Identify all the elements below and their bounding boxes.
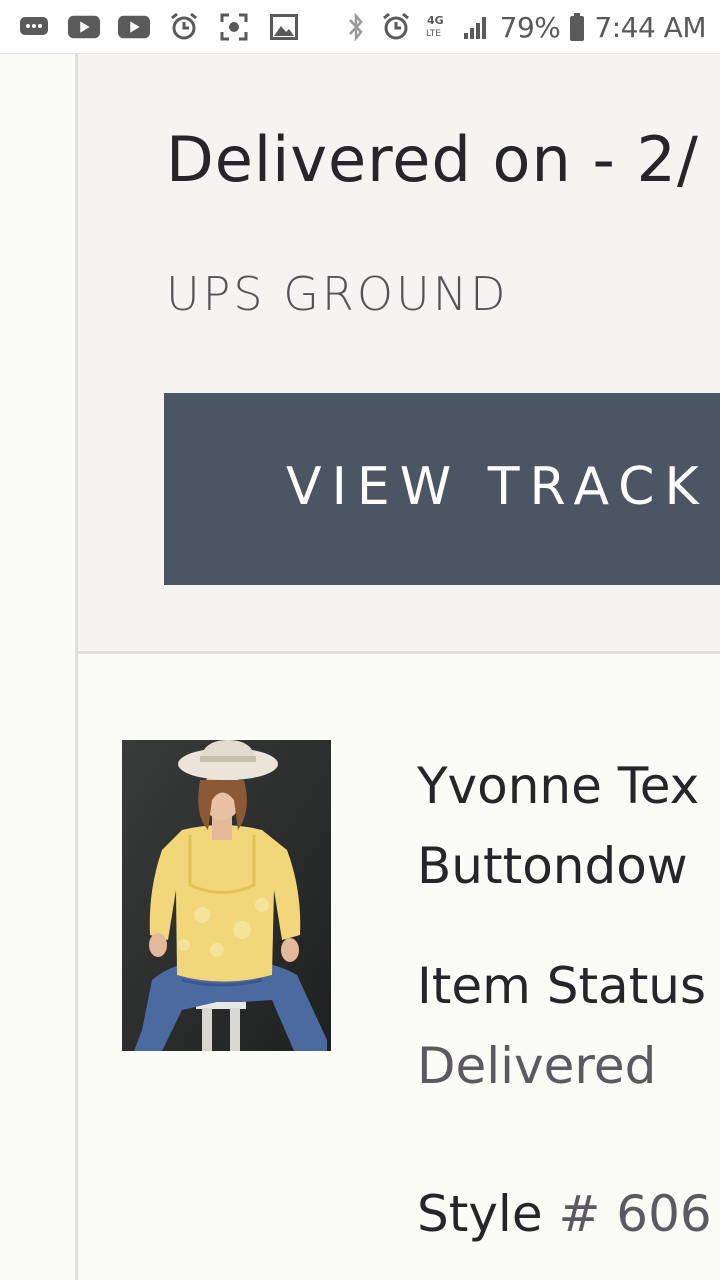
item-name-line-2: Buttondow — [417, 837, 688, 895]
product-image[interactable] — [122, 740, 331, 1051]
style-number: Style # 606 — [417, 1182, 712, 1246]
view-tracking-button[interactable]: VIEW TRACK — [164, 393, 720, 585]
gallery-icon — [268, 11, 300, 43]
delivery-date-heading: Delivered on - 2/ — [166, 123, 699, 196]
system-indicators: 4G LTE 79% 7:44 AM — [340, 8, 706, 46]
messages-icon — [18, 11, 50, 43]
shipment-panel: Delivered on - 2/ UPS GROUND VIEW TRACK — [78, 54, 720, 651]
bluetooth-icon — [340, 11, 372, 43]
order-item: Yvonne Tex Buttondow Item Status Deliver… — [78, 654, 720, 1280]
svg-text:4G: 4G — [427, 14, 444, 27]
item-status-value: Delivered — [417, 1037, 657, 1095]
svg-text:LTE: LTE — [426, 29, 441, 39]
youtube-icon — [68, 11, 100, 43]
clock: 7:44 AM — [594, 10, 706, 44]
item-name-line-1: Yvonne Tex — [417, 757, 700, 815]
youtube-icon — [118, 11, 150, 43]
style-label: Style — [417, 1185, 543, 1243]
4g-lte-icon: 4G LTE — [420, 11, 452, 43]
screenshot-icon — [218, 11, 250, 43]
status-bar: 4G LTE 79% 7:44 AM — [0, 0, 720, 54]
item-name[interactable]: Yvonne Tex Buttondow — [417, 746, 699, 906]
alarm-icon — [380, 11, 412, 43]
carrier-name: UPS GROUND — [166, 267, 509, 321]
style-value: # 606 — [558, 1185, 712, 1243]
signal-icon — [460, 11, 492, 43]
notification-icons — [18, 10, 300, 44]
battery-percent: 79% — [499, 10, 561, 44]
battery-icon — [568, 11, 586, 43]
alarm-snooze-icon — [168, 11, 200, 43]
view-tracking-label: VIEW TRACK — [286, 457, 709, 517]
left-rail — [0, 54, 76, 1280]
item-status-label: Item Status — [417, 957, 707, 1015]
